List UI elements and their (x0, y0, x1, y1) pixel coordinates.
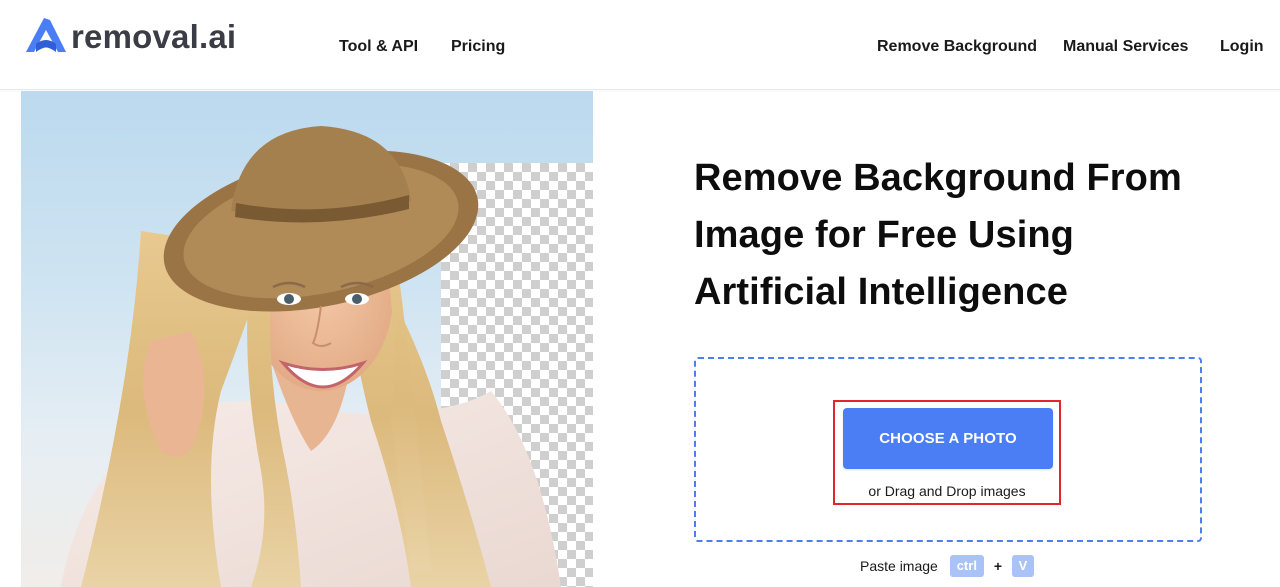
site-header: removal.ai Tool & API Pricing Remove Bac… (0, 0, 1280, 90)
ctrl-key-badge: ctrl (949, 555, 984, 577)
nav-remove-background[interactable]: Remove Background (877, 36, 1037, 58)
logo-text: removal.ai (71, 18, 237, 55)
hero-demo-image (21, 91, 593, 587)
nav-login[interactable]: Login (1220, 36, 1264, 58)
nav-pricing[interactable]: Pricing (451, 36, 505, 58)
logo[interactable]: removal.ai (20, 14, 236, 60)
plus-sign: + (993, 558, 1003, 574)
drag-drop-hint: or Drag and Drop images (868, 483, 1026, 499)
woman-portrait-illustration (61, 126, 561, 587)
removal-ai-logo-icon (20, 14, 70, 60)
nav-tool-api[interactable]: Tool & API (339, 36, 418, 58)
page-headline: Remove Background From Image for Free Us… (694, 157, 1182, 313)
choose-photo-button[interactable]: CHOOSE A PHOTO (843, 408, 1053, 469)
v-key-badge: V (1012, 555, 1035, 577)
paste-image-label: Paste image (860, 558, 938, 574)
nav-manual-services[interactable]: Manual Services (1063, 36, 1188, 58)
paste-image-hint: Paste image ctrl + V (860, 554, 1035, 578)
